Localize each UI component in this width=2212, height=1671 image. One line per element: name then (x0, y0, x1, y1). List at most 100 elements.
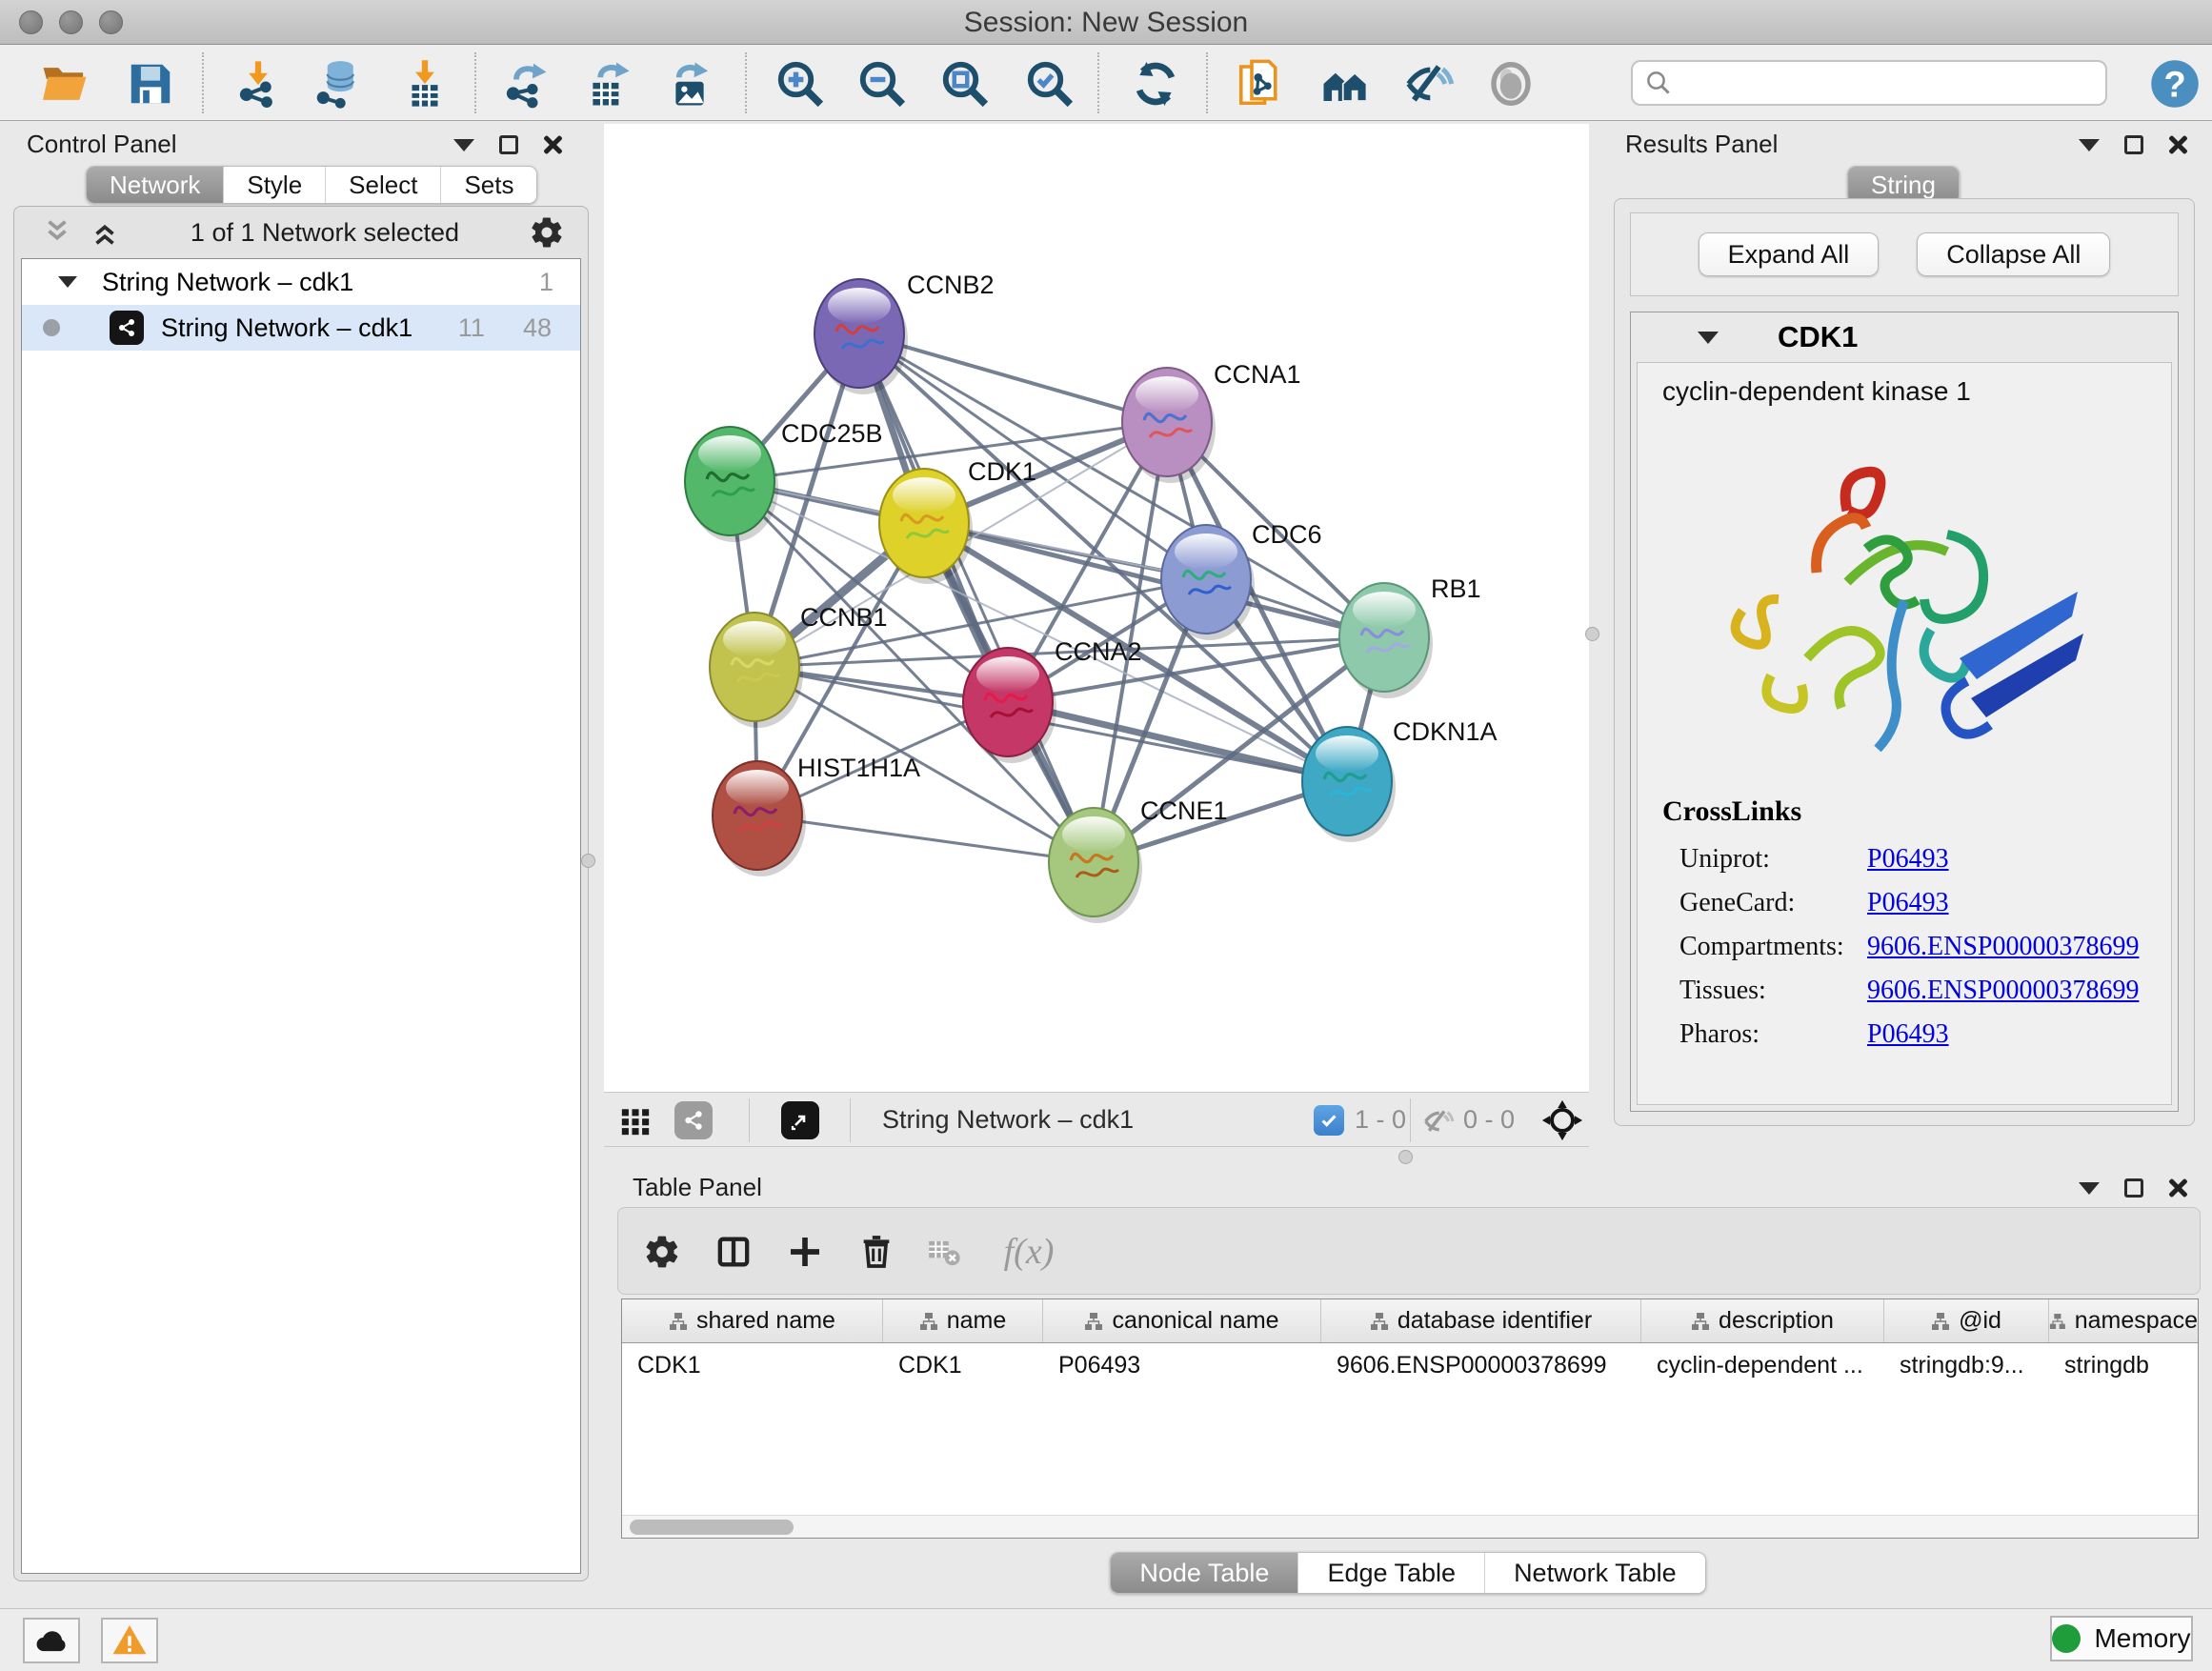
export-network-button[interactable] (496, 56, 553, 111)
home-button[interactable] (1317, 56, 1374, 111)
zoom-in-button[interactable] (772, 56, 829, 111)
birds-eye-toggle-icon[interactable] (1541, 1099, 1583, 1141)
column-header[interactable]: canonical name (1043, 1299, 1321, 1342)
network-node-RB1[interactable] (1339, 583, 1433, 698)
cell-canonical-name[interactable]: P06493 (1043, 1343, 1321, 1387)
cell-shared-name[interactable]: CDK1 (622, 1343, 883, 1387)
save-session-button[interactable] (122, 56, 179, 111)
gene-section-header[interactable]: CDK1 (1631, 312, 2178, 362)
close-panel-icon[interactable] (543, 135, 562, 154)
crosslink-link[interactable]: P06493 (1867, 1019, 1949, 1050)
panel-menu-icon[interactable] (453, 139, 474, 151)
cell-namespace[interactable]: stringdb (2049, 1343, 2198, 1387)
cloud-status-button[interactable] (23, 1618, 80, 1663)
cell-name[interactable]: CDK1 (883, 1343, 1043, 1387)
search-field[interactable] (1631, 60, 2107, 106)
panel-menu-icon[interactable] (2079, 1182, 2100, 1195)
tab-select[interactable]: Select (325, 167, 440, 203)
crosslink-row: Compartments: 9606.ENSP00000378699 (1662, 925, 2171, 969)
collection-expand-icon[interactable] (58, 276, 77, 288)
table-settings-button[interactable] (639, 1229, 685, 1275)
float-panel-icon[interactable] (2124, 135, 2143, 154)
show-columns-button[interactable] (711, 1229, 756, 1275)
refresh-button[interactable] (1127, 56, 1184, 111)
expand-all-button[interactable]: Expand All (1699, 232, 1880, 276)
zoom-out-button[interactable] (854, 56, 911, 111)
cell-database-identifier[interactable]: 9606.ENSP00000378699 (1321, 1343, 1641, 1387)
hide-selected-button[interactable] (1399, 56, 1457, 111)
scrollbar-thumb[interactable] (630, 1520, 794, 1535)
help-button[interactable]: ? (2146, 56, 2203, 111)
horizontal-scrollbar[interactable] (622, 1515, 2198, 1538)
tab-style[interactable]: Style (223, 167, 325, 203)
crosslink-link[interactable]: P06493 (1867, 844, 1949, 875)
tab-network-table[interactable]: Network Table (1484, 1553, 1705, 1593)
network-collection-row[interactable]: String Network – cdk1 1 (22, 259, 580, 305)
create-column-button[interactable] (782, 1229, 828, 1275)
network-node-CDKN1A[interactable] (1302, 727, 1396, 842)
network-node-CDK1[interactable] (879, 469, 973, 584)
horizontal-splitter-handle[interactable] (1398, 1150, 1413, 1164)
cell-description[interactable]: cyclin-dependent ... (1641, 1343, 1884, 1387)
memory-button[interactable]: Memory (2050, 1616, 2193, 1661)
network-node-CCNE1[interactable] (1049, 808, 1142, 923)
tab-sets[interactable]: Sets (440, 167, 536, 203)
close-panel-icon[interactable] (2168, 135, 2187, 154)
first-neighbors-button[interactable] (1232, 56, 1289, 111)
import-table-button[interactable] (396, 56, 453, 111)
tab-node-table[interactable]: Node Table (1111, 1553, 1297, 1593)
network-node-CCNB1[interactable] (710, 613, 803, 728)
export-table-button[interactable] (578, 56, 635, 111)
crosslink-link[interactable]: 9606.ENSP00000378699 (1867, 932, 2139, 962)
vertical-splitter-handle[interactable] (581, 854, 595, 868)
open-session-button[interactable] (36, 56, 93, 111)
vertical-splitter-handle[interactable] (1585, 627, 1599, 641)
network-canvas[interactable]: CCNB2CCNA1CDC25BCDK1CDC6RB1CCNB1CCNA2CDK… (604, 124, 1589, 1092)
gear-icon[interactable] (529, 214, 565, 251)
tab-network[interactable]: Network (87, 167, 223, 203)
panel-menu-icon[interactable] (2079, 139, 2100, 151)
column-header[interactable]: database identifier (1321, 1299, 1641, 1342)
open-in-window-icon[interactable] (781, 1101, 819, 1139)
network-view-title: String Network – cdk1 (882, 1105, 1134, 1135)
zoom-selected-button[interactable] (1021, 56, 1078, 111)
network-node-CCNA2[interactable] (963, 648, 1056, 763)
network-edge-CCNB2-CCNE1[interactable] (859, 333, 1094, 862)
float-panel-icon[interactable] (499, 135, 518, 154)
show-all-button[interactable] (1482, 56, 1539, 111)
crosslink-link[interactable]: 9606.ENSP00000378699 (1867, 976, 2139, 1006)
cell-at-id[interactable]: stringdb:9... (1884, 1343, 2049, 1387)
close-panel-icon[interactable] (2168, 1178, 2187, 1198)
column-header[interactable]: name (883, 1299, 1043, 1342)
crosslink-link[interactable]: P06493 (1867, 888, 1949, 918)
network-edge-CCNA2-CDKN1A[interactable] (1008, 702, 1347, 781)
network-node-HIST1H1A[interactable] (713, 761, 806, 876)
section-collapse-icon[interactable] (1698, 332, 1719, 344)
open-folder-icon (39, 58, 90, 110)
network-node-CCNB2[interactable] (814, 279, 908, 394)
export-image-button[interactable] (661, 56, 718, 111)
network-edge-HIST1H1A-CCNE1[interactable] (757, 815, 1094, 862)
collapse-all-button[interactable]: Collapse All (1917, 232, 2110, 276)
tab-edge-table[interactable]: Edge Table (1297, 1553, 1484, 1593)
column-header[interactable]: @id (1884, 1299, 2049, 1342)
column-header[interactable]: namespace (2049, 1299, 2198, 1342)
float-panel-icon[interactable] (2124, 1178, 2143, 1198)
toolbar-separator (1410, 1098, 1411, 1142)
selected-checkbox-icon[interactable] (1314, 1105, 1344, 1136)
delete-column-button[interactable] (854, 1229, 899, 1275)
network-overview-icon[interactable] (674, 1101, 713, 1139)
network-node-CCNA1[interactable] (1122, 368, 1216, 483)
warnings-button[interactable] (101, 1618, 158, 1663)
network-row-selected[interactable]: String Network – cdk1 11 48 (22, 305, 580, 351)
table-row[interactable]: CDK1 CDK1 P06493 9606.ENSP00000378699 cy… (622, 1343, 2198, 1387)
grid-view-icon[interactable] (619, 1105, 652, 1137)
zoom-fit-button[interactable] (936, 56, 994, 111)
import-network-file-button[interactable] (230, 56, 287, 111)
import-network-database-button[interactable] (310, 56, 367, 111)
column-header[interactable]: shared name (622, 1299, 883, 1342)
collapse-all-chevron-icon[interactable] (41, 216, 73, 249)
column-header[interactable]: description (1641, 1299, 1884, 1342)
search-input[interactable] (1673, 69, 2082, 98)
expand-all-chevron-icon[interactable] (89, 216, 121, 249)
